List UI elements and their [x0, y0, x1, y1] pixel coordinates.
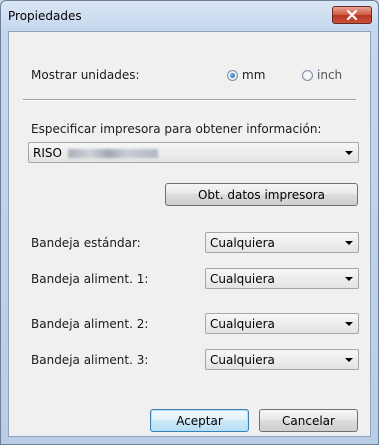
tray-standard-select[interactable]: Cualquiera	[205, 232, 359, 253]
get-printer-data-button[interactable]: Obt. datos impresora	[165, 183, 358, 206]
tray-standard-value: Cualquiera	[210, 236, 275, 250]
radio-mm[interactable]: mm	[227, 68, 265, 82]
close-button[interactable]	[332, 6, 372, 24]
close-icon	[346, 10, 358, 20]
tray-feed3-value: Cualquiera	[210, 353, 275, 367]
tray-feed1-select[interactable]: Cualquiera	[205, 268, 359, 289]
separator	[23, 99, 356, 101]
chevron-down-icon	[345, 322, 353, 326]
properties-dialog: Propiedades Mostrar unidades: mm inch Es…	[0, 0, 379, 445]
radio-mm-label: mm	[242, 68, 266, 82]
units-label: Mostrar unidades:	[31, 68, 140, 82]
tray-feed3-label: Bandeja aliment. 3:	[31, 353, 149, 367]
printer-select-value: RISO	[33, 146, 158, 160]
cancel-button[interactable]: Cancelar	[259, 409, 358, 432]
tray-feed2-value: Cualquiera	[210, 317, 275, 331]
tray-standard-label: Bandeja estándar:	[31, 236, 141, 250]
tray-feed2-label: Bandeja aliment. 2:	[31, 317, 149, 331]
window-title: Propiedades	[8, 9, 82, 23]
radio-mm-indicator[interactable]	[227, 69, 238, 81]
tray-feed3-select[interactable]: Cualquiera	[205, 349, 359, 370]
printer-label: Especificar impresora para obtener infor…	[31, 122, 322, 136]
redacted-printer-model	[67, 149, 158, 158]
title-bar[interactable]: Propiedades	[1, 1, 378, 31]
tray-feed1-label: Bandeja aliment. 1:	[31, 272, 149, 286]
printer-select[interactable]: RISO	[28, 142, 359, 163]
radio-inch-indicator[interactable]	[302, 69, 313, 81]
radio-inch-label: inch	[317, 68, 343, 82]
dialog-body: Mostrar unidades: mm inch Especificar im…	[8, 31, 371, 437]
chevron-down-icon	[345, 277, 353, 281]
chevron-down-icon	[345, 358, 353, 362]
chevron-down-icon	[345, 241, 353, 245]
ok-button[interactable]: Aceptar	[150, 409, 249, 432]
chevron-down-icon	[345, 151, 353, 155]
radio-inch[interactable]: inch	[302, 68, 342, 82]
tray-feed1-value: Cualquiera	[210, 272, 275, 286]
tray-feed2-select[interactable]: Cualquiera	[205, 313, 359, 334]
